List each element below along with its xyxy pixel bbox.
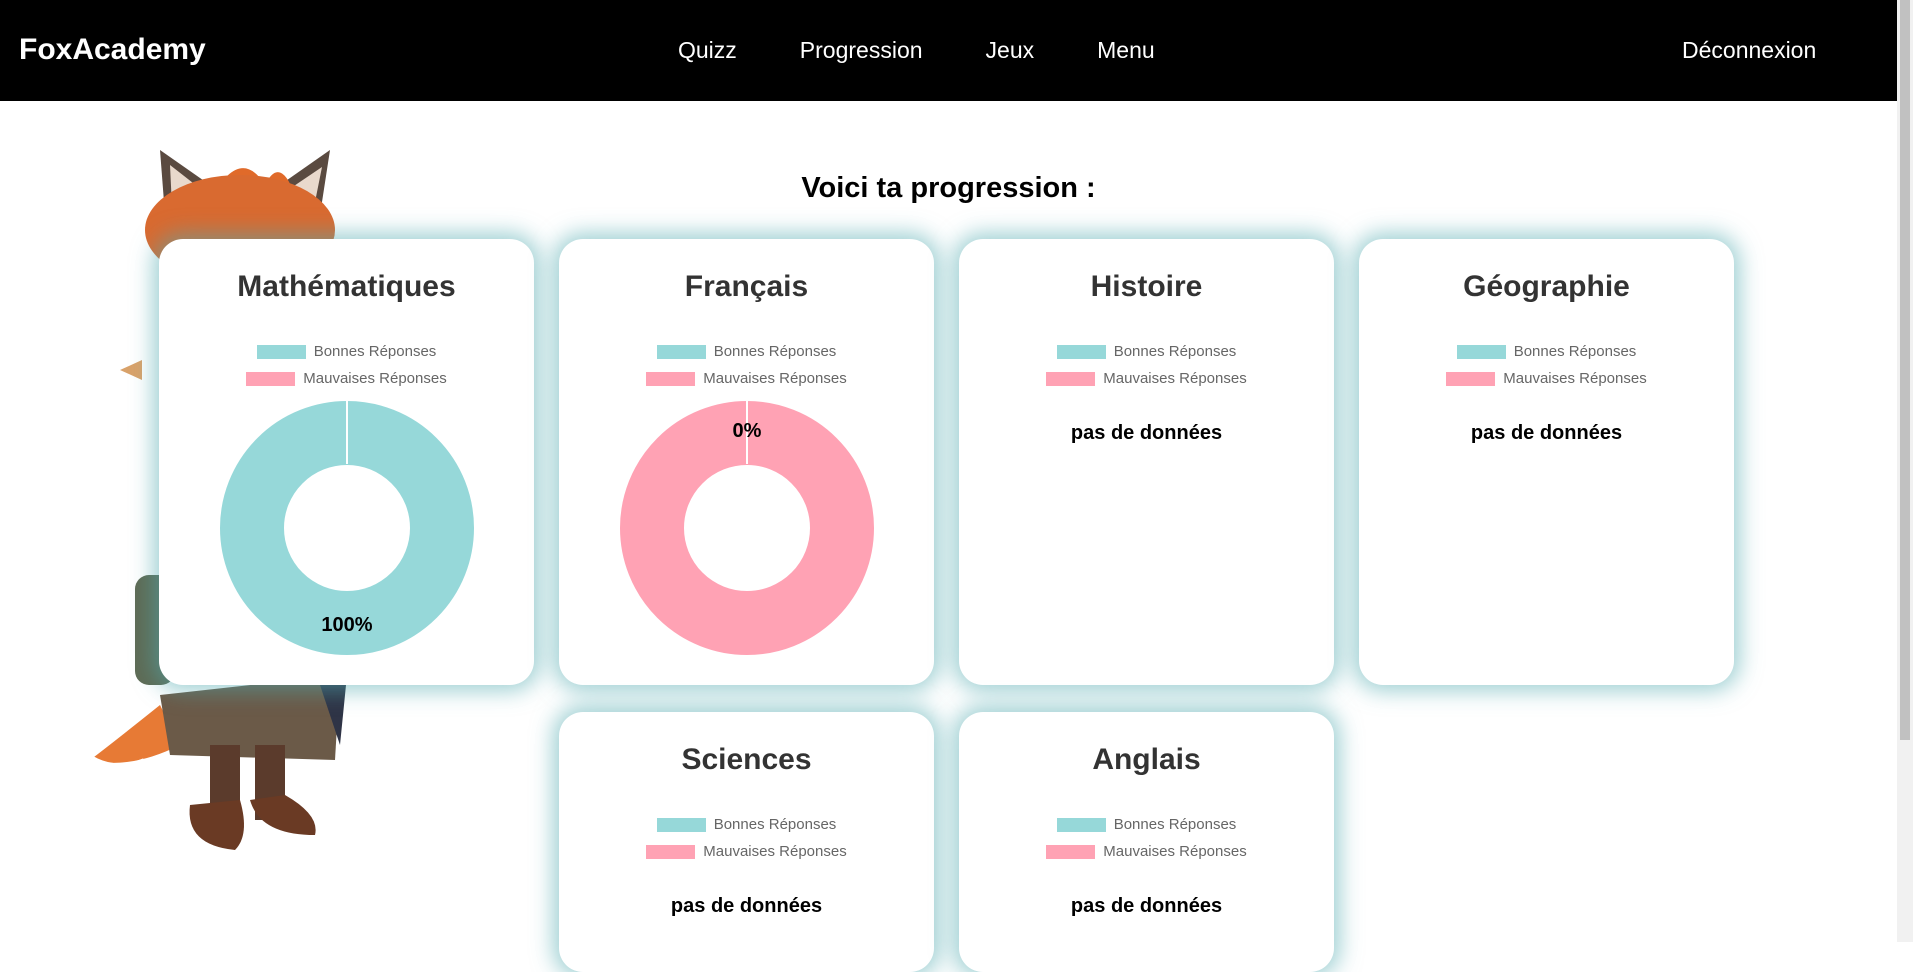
- legend-label-good: Bonnes Réponses: [713, 816, 837, 833]
- legend-label-bad: Mauvaises Réponses: [1103, 370, 1247, 387]
- legend-item-good[interactable]: Bonnes Réponses: [1456, 343, 1637, 361]
- subject-card-mathematiques: Mathématiques Bonnes Réponses Mauvaises …: [159, 239, 534, 685]
- bad-swatch: [1046, 845, 1096, 859]
- chart-legend: Bonnes Réponses Mauvaises Réponses: [559, 816, 934, 861]
- subject-title: Anglais: [1092, 743, 1201, 776]
- good-swatch: [1056, 818, 1106, 832]
- legend-item-good[interactable]: Bonnes Réponses: [1056, 816, 1237, 834]
- subject-card-anglais: Anglais Bonnes Réponses Mauvaises Répons…: [959, 712, 1334, 972]
- legend-item-bad[interactable]: Mauvaises Réponses: [1046, 370, 1247, 388]
- percentage-label: 100%: [321, 614, 372, 636]
- legend-item-bad[interactable]: Mauvaises Réponses: [246, 370, 447, 388]
- bad-swatch: [646, 372, 696, 386]
- legend-item-bad[interactable]: Mauvaises Réponses: [646, 843, 847, 861]
- legend-label-bad: Mauvaises Réponses: [303, 370, 447, 387]
- no-data-message: pas de données: [1070, 895, 1223, 917]
- chart-legend: Bonnes Réponses Mauvaises Réponses: [959, 343, 1334, 388]
- subject-title: Mathématiques: [237, 270, 456, 303]
- scrollbar-thumb[interactable]: [1900, 0, 1910, 740]
- bad-swatch: [646, 845, 696, 859]
- legend-label-bad: Mauvaises Réponses: [1503, 370, 1647, 387]
- subject-title: Français: [684, 270, 809, 303]
- legend-label-good: Bonnes Réponses: [1113, 343, 1237, 360]
- legend-label-good: Bonnes Réponses: [1513, 343, 1637, 360]
- legend-label-good: Bonnes Réponses: [713, 343, 837, 360]
- nav-quizz[interactable]: Quizz: [678, 36, 737, 64]
- legend-label-bad: Mauvaises Réponses: [703, 843, 847, 860]
- nav-progression[interactable]: Progression: [800, 36, 923, 64]
- legend-item-good[interactable]: Bonnes Réponses: [256, 343, 437, 361]
- legend-label-bad: Mauvaises Réponses: [703, 370, 847, 387]
- legend-item-good[interactable]: Bonnes Réponses: [656, 343, 837, 361]
- main-nav: Quizz Progression Jeux Menu: [678, 36, 1155, 64]
- bad-swatch: [1046, 372, 1096, 386]
- no-data-message: pas de données: [1070, 422, 1223, 444]
- page-title: Voici ta progression :: [801, 172, 1096, 204]
- brand-logo[interactable]: FoxAcademy: [19, 32, 206, 68]
- good-swatch: [656, 818, 706, 832]
- logout-link[interactable]: Déconnexion: [1682, 36, 1816, 64]
- subject-card-francais: Français Bonnes Réponses Mauvaises Répon…: [559, 239, 934, 685]
- legend-label-good: Bonnes Réponses: [1113, 816, 1237, 833]
- nav-menu[interactable]: Menu: [1097, 36, 1155, 64]
- top-navbar: FoxAcademy Quizz Progression Jeux Menu D…: [0, 0, 1913, 101]
- legend-label-good: Bonnes Réponses: [313, 343, 437, 360]
- subject-title: Sciences: [681, 743, 812, 776]
- no-data-message: pas de données: [670, 895, 823, 917]
- legend-item-bad[interactable]: Mauvaises Réponses: [646, 370, 847, 388]
- nav-jeux[interactable]: Jeux: [986, 36, 1035, 64]
- percentage-label: 0%: [732, 420, 761, 442]
- legend-label-bad: Mauvaises Réponses: [1103, 843, 1247, 860]
- bad-swatch: [246, 372, 296, 386]
- chart-legend: Bonnes Réponses Mauvaises Réponses: [559, 343, 934, 388]
- subject-title: Histoire: [1090, 270, 1203, 303]
- no-data-message: pas de données: [1470, 422, 1623, 444]
- subject-card-sciences: Sciences Bonnes Réponses Mauvaises Répon…: [559, 712, 934, 972]
- donut-chart-francais[interactable]: 0%: [617, 398, 877, 658]
- subject-card-histoire: Histoire Bonnes Réponses Mauvaises Répon…: [959, 239, 1334, 685]
- page-scrollbar[interactable]: [1897, 0, 1913, 942]
- chart-legend: Bonnes Réponses Mauvaises Réponses: [159, 343, 534, 388]
- good-swatch: [256, 345, 306, 359]
- subject-title: Géographie: [1463, 270, 1630, 303]
- legend-item-good[interactable]: Bonnes Réponses: [1056, 343, 1237, 361]
- donut-chart-mathematiques[interactable]: 100%: [217, 398, 477, 658]
- legend-item-good[interactable]: Bonnes Réponses: [656, 816, 837, 834]
- legend-item-bad[interactable]: Mauvaises Réponses: [1046, 843, 1247, 861]
- good-swatch: [1456, 345, 1506, 359]
- good-swatch: [1056, 345, 1106, 359]
- legend-item-bad[interactable]: Mauvaises Réponses: [1446, 370, 1647, 388]
- bad-swatch: [1446, 372, 1496, 386]
- subject-card-geographie: Géographie Bonnes Réponses Mauvaises Rép…: [1359, 239, 1734, 685]
- good-swatch: [656, 345, 706, 359]
- chart-legend: Bonnes Réponses Mauvaises Réponses: [959, 816, 1334, 861]
- chart-legend: Bonnes Réponses Mauvaises Réponses: [1359, 343, 1734, 388]
